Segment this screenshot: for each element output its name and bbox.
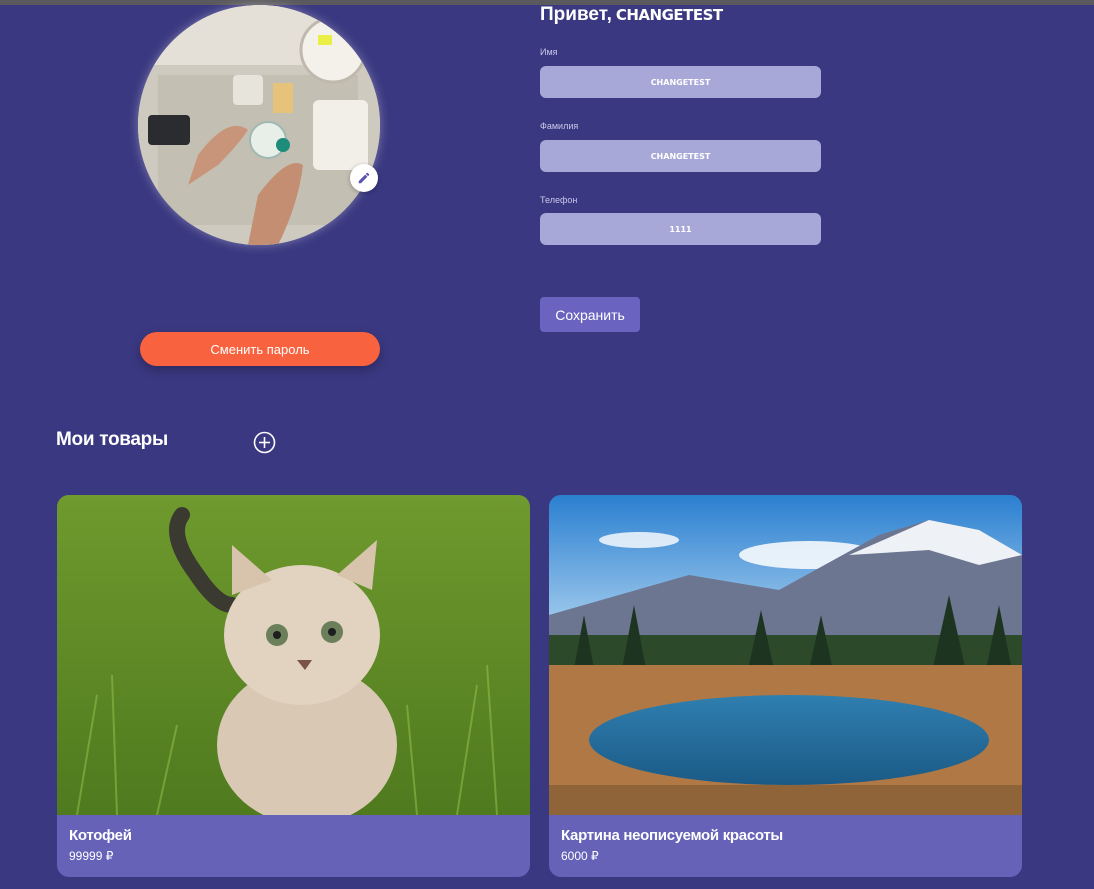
- product-image-landscape: [549, 495, 1022, 815]
- last-name-field[interactable]: [540, 140, 821, 172]
- save-button[interactable]: Сохранить: [540, 297, 640, 332]
- product-info: Котофей 99999 ₽: [57, 815, 530, 877]
- phone-field[interactable]: [540, 213, 821, 245]
- change-password-button[interactable]: Сменить пароль: [140, 332, 380, 366]
- product-image-kitten: [57, 495, 530, 815]
- pencil-icon: [358, 172, 370, 184]
- product-card[interactable]: Котофей 99999 ₽: [57, 495, 530, 877]
- product-title: Котофей: [69, 827, 132, 844]
- edit-avatar-button[interactable]: [350, 164, 378, 192]
- greeting-heading: Привет, CHANGETEST: [540, 4, 723, 26]
- avatar-photo: [138, 5, 380, 245]
- my-products-title: Мои товары: [56, 429, 168, 450]
- phone-label: Телефон: [540, 195, 578, 205]
- first-name-field[interactable]: [540, 66, 821, 98]
- product-title: Картина неописуемой красоты: [561, 827, 783, 844]
- product-info: Картина неописуемой красоты 6000 ₽: [549, 815, 1022, 877]
- greeting-text: Привет,: [540, 4, 612, 25]
- avatar: [138, 5, 380, 245]
- last-name-label: Фамилия: [540, 121, 579, 131]
- product-card[interactable]: Картина неописуемой красоты 6000 ₽: [549, 495, 1022, 877]
- first-name-label: Имя: [540, 47, 558, 57]
- username: CHANGETEST: [615, 6, 723, 24]
- product-price: 6000 ₽: [561, 849, 599, 863]
- plus-circle-icon: [253, 431, 276, 454]
- add-product-button[interactable]: [253, 431, 276, 454]
- avatar-container: [138, 5, 380, 245]
- product-price: 99999 ₽: [69, 849, 114, 863]
